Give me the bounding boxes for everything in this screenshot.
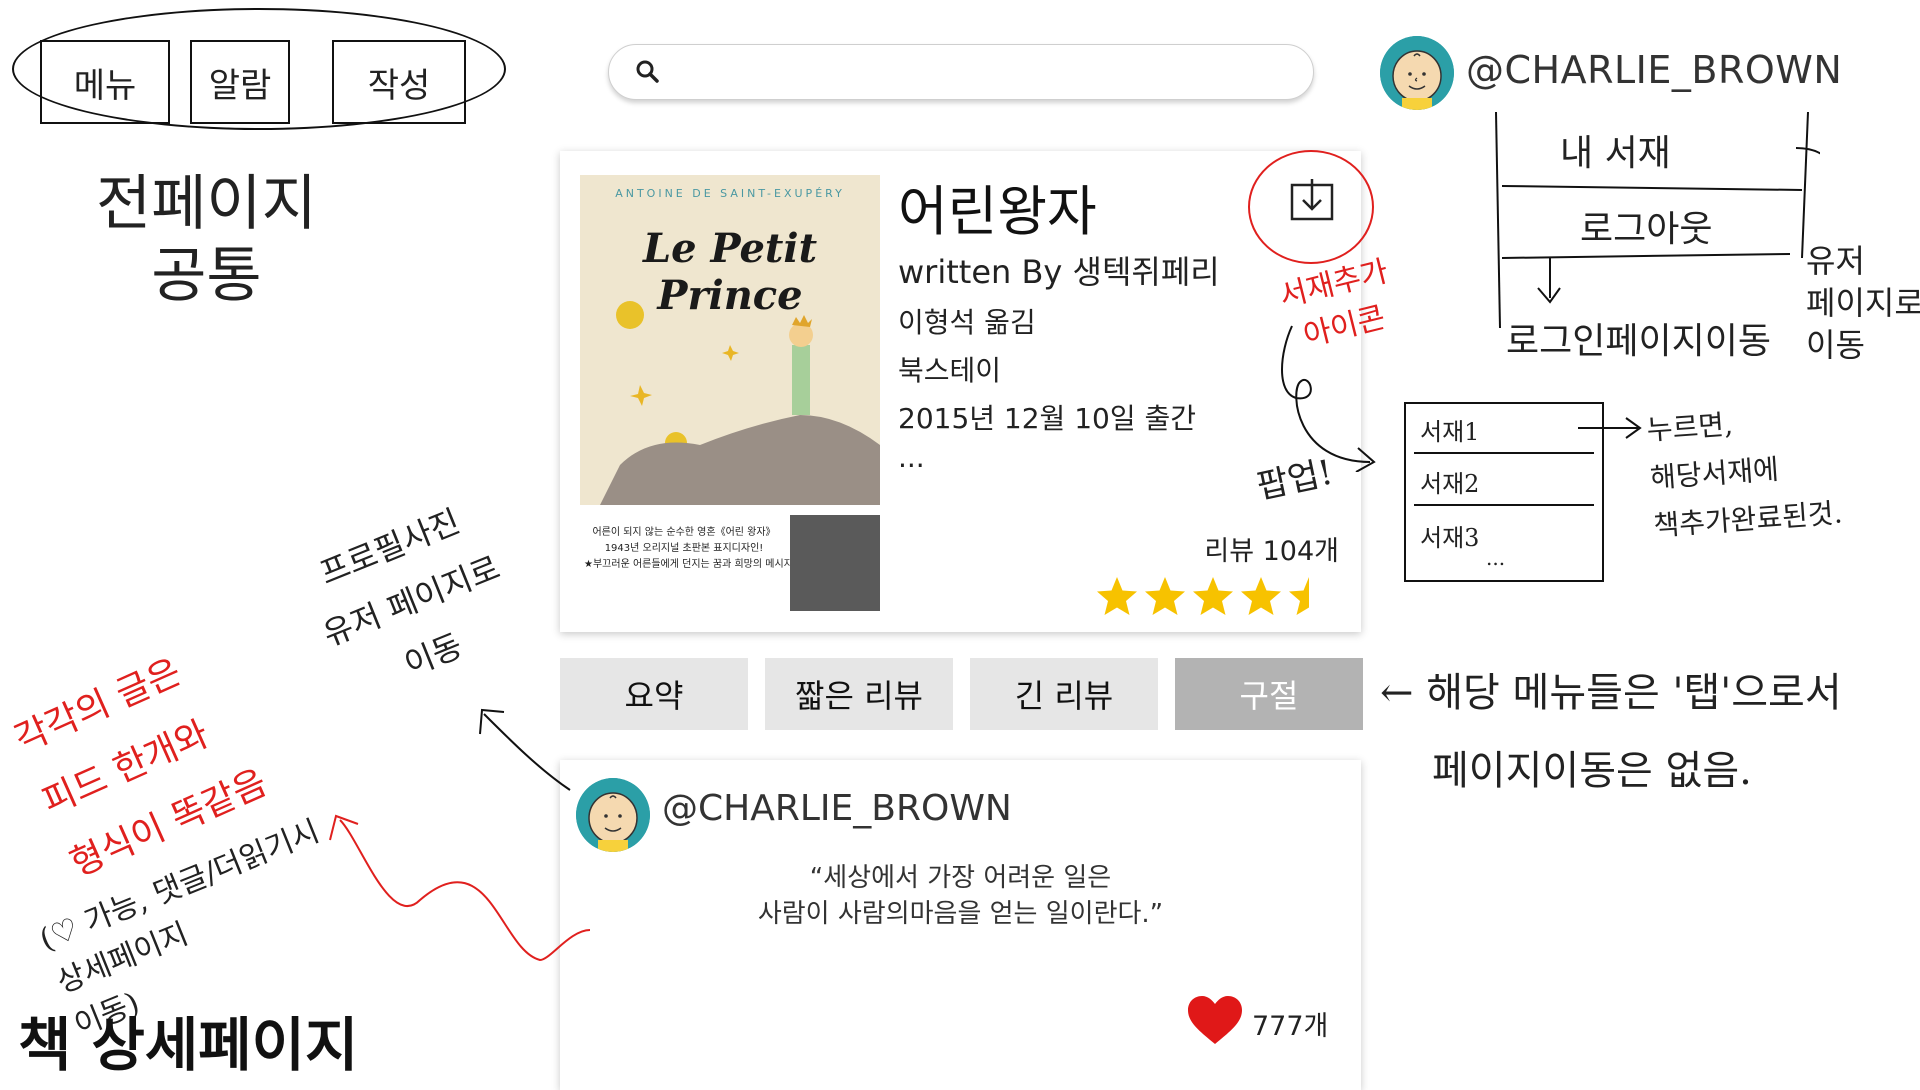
feed-username[interactable]: @CHARLIE_BROWN <box>662 788 1012 829</box>
star-icon <box>1145 577 1185 615</box>
star-icon <box>1241 577 1281 615</box>
review-count[interactable]: 리뷰 104개 <box>1204 529 1339 568</box>
tab-short-review[interactable]: 짧은 리뷰 <box>765 658 953 730</box>
book-translator: 이형석 옮김 <box>898 306 1036 339</box>
shelf-item-2[interactable]: 서재2 <box>1420 464 1479 499</box>
user-menu-my-library[interactable]: 내 서재 <box>1560 124 1671 176</box>
tabs-annotation-line2: 페이지이동은 없음. <box>1432 748 1752 794</box>
login-move-annotation: 로그인페이지이동 <box>1506 321 1771 362</box>
page-title: 책 상세페이지 <box>18 1011 359 1079</box>
rating-stars <box>1095 575 1331 617</box>
nav-alarm-button[interactable]: 알람 <box>190 40 290 124</box>
cover-author: ANTOINE DE SAINT-EXUPÉRY <box>615 187 845 200</box>
feed-quote: “세상에서 가장 어려운 일은 사람이 사람의마음을 얻는 일이란다.” <box>560 860 1361 932</box>
feed-card[interactable]: @CHARLIE_BROWN “세상에서 가장 어려운 일은 사람이 사람의마음… <box>560 760 1361 1090</box>
shelf-click-annotation: 누르면, 해당서재에 책추가완료된것. <box>1645 407 1844 543</box>
add-to-library-highlight <box>1248 150 1374 264</box>
heart-icon[interactable] <box>1188 996 1242 1046</box>
book-publisher: 북스테이 <box>898 354 1002 387</box>
cover-bottom-band: 어른이 되지 않는 순수한 영혼《어린 왕자》 1943년 오리지널 초판본 표… <box>580 505 880 611</box>
book-author: written By 생텍쥐페리 <box>898 253 1220 291</box>
search-input[interactable] <box>608 44 1314 100</box>
cover-tagline: 어른이 되지 않는 순수한 영혼《어린 왕자》 1943년 오리지널 초판본 표… <box>584 527 802 570</box>
profile-click-annotation: 프로필사진 유저 페이지로 이동 <box>314 502 506 684</box>
tab-long-review[interactable]: 긴 리뷰 <box>970 658 1158 730</box>
feed-quote-line1: “세상에서 가장 어려운 일은 <box>809 863 1112 893</box>
cover-photo <box>790 515 880 611</box>
user-page-annotation: 유저 페이지로 이동 <box>1806 242 1920 364</box>
tabs-annotation-line1: ← 해당 메뉴들은 '탭'으로서 <box>1380 670 1842 716</box>
book-more[interactable]: ... <box>898 441 925 474</box>
book-published-date: 2015년 12월 10일 출간 <box>898 402 1197 435</box>
feed-quote-line2: 사람이 사람의마음을 얻는 일이란다.” <box>757 899 1164 929</box>
profile-click-arrow <box>479 708 571 791</box>
feed-note-arrow <box>329 814 591 962</box>
nav-write-button[interactable]: 작성 <box>332 40 466 124</box>
book-title: 어린왕자 <box>898 180 1097 243</box>
nav-menu-button[interactable]: 메뉴 <box>40 40 170 124</box>
like-count: 777개 <box>1252 1011 1329 1042</box>
cover-illustration <box>600 301 880 505</box>
nav-common-annotation: 전페이지 공통 <box>96 169 317 311</box>
book-cover: ANTOINE DE SAINT-EXUPÉRY Le Petit Prince… <box>580 175 880 611</box>
tab-quote[interactable]: 구절 <box>1175 658 1363 730</box>
avatar[interactable] <box>1380 36 1454 110</box>
star-icon <box>1097 577 1137 615</box>
shelf-click-arrow <box>1578 417 1642 439</box>
shelf-popup: 서재1 서재2 서재3 ... <box>1404 402 1604 582</box>
shelf-more: ... <box>1486 546 1506 570</box>
star-icon <box>1289 577 1309 615</box>
profile-username[interactable]: @CHARLIE_BROWN <box>1466 48 1842 92</box>
shelf-item-3[interactable]: 서재3 <box>1420 518 1479 553</box>
star-icon <box>1193 577 1233 615</box>
user-menu-logout[interactable]: 로그아웃 <box>1580 200 1712 252</box>
search-icon[interactable] <box>635 59 661 85</box>
tab-summary[interactable]: 요약 <box>560 658 748 730</box>
shelf-item-1[interactable]: 서재1 <box>1420 412 1479 447</box>
